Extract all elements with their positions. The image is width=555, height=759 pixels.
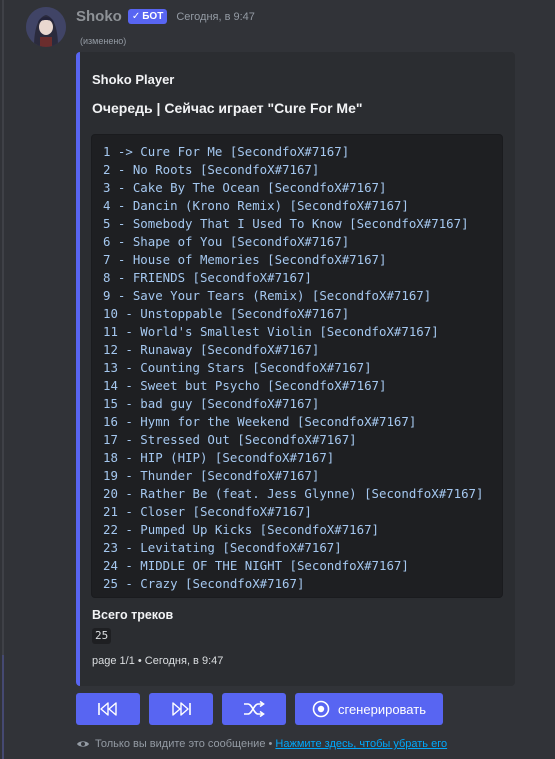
bot-badge: ✓ БОТ [127,9,168,24]
queue-item: 18 - HIP (HIP) [SecondfoX#7167] [103,450,335,465]
queue-item: 20 - Rather Be (feat. Jess Glynne) [Seco… [103,486,484,501]
queue-item: 6 - Shape of You [SecondfoX#7167] [103,234,350,249]
queue-item: 11 - World's Smallest Violin [SecondfoX#… [103,324,439,339]
queue-item: 4 - Dancin (Krono Remix) [SecondfoX#7167… [103,198,409,213]
eye-icon [77,741,89,747]
generate-button-label: сгенерировать [338,701,426,717]
queue-item: 14 - Sweet but Psycho [SecondfoX#7167] [103,378,387,393]
queue-item: 22 - Pumped Up Kicks [SecondfoX#7167] [103,522,380,537]
avatar-image [26,7,66,47]
queue-item: 21 - Closer [SecondfoX#7167] [103,504,312,519]
queue-item: 5 - Somebody That I Used To Know [Second… [103,216,469,231]
embed-author: Shoko Player [92,72,175,87]
embed-title: Очередь | Сейчас играет "Cure For Me" [92,100,363,116]
queue-embed: Shoko Player Очередь | Сейчас играет "Cu… [76,52,515,686]
channel-divider-highlight [2,655,4,759]
ephemeral-notice: Только вы видите это сообщение • Нажмите… [76,738,447,750]
verified-check-icon: ✓ [131,11,141,22]
bot-badge-label: БОТ [142,11,164,22]
edited-label: (изменено) [80,36,127,46]
queue-item: 9 - Save Your Tears (Remix) [SecondfoX#7… [103,288,432,303]
next-button[interactable] [149,693,213,725]
queue-item: 8 - FRIENDS [SecondfoX#7167] [103,270,312,285]
queue-item: 2 - No Roots [SecondfoX#7167] [103,162,320,177]
queue-item: 25 - Crazy [SecondfoX#7167] [103,576,305,591]
previous-button[interactable] [76,693,140,725]
queue-item: 1 -> Cure For Me [SecondfoX#7167] [103,144,350,159]
message-header: Shoko ✓ БОТ Сегодня, в 9:47 [76,8,255,25]
queue-item: 17 - Stressed Out [SecondfoX#7167] [103,432,357,447]
skip-previous-icon [98,702,117,716]
embed-footer: page 1/1 • Сегодня, в 9:47 [92,655,224,667]
queue-codeblock: 1 -> Cure For Me [SecondfoX#7167] 2 - No … [91,134,503,598]
bot-avatar[interactable] [26,7,66,47]
shuffle-button[interactable] [222,693,286,725]
player-controls: сгенерировать [76,693,443,725]
queue-list: 1 -> Cure For Me [SecondfoX#7167] 2 - No … [92,135,502,593]
generate-button[interactable]: сгенерировать [295,693,443,725]
queue-item: 23 - Levitating [SecondfoX#7167] [103,540,342,555]
skip-next-icon [172,702,191,716]
queue-item: 10 - Unstoppable [SecondfoX#7167] [103,306,350,321]
queue-item: 7 - House of Memories [SecondfoX#7167] [103,252,387,267]
queue-item: 24 - MIDDLE OF THE NIGHT [SecondfoX#7167… [103,558,409,573]
username[interactable]: Shoko [76,8,122,25]
record-icon [312,700,330,718]
channel-divider [2,0,4,759]
dismiss-message-link[interactable]: Нажмите здесь, чтобы убрать его [275,738,447,750]
queue-item: 12 - Runaway [SecondfoX#7167] [103,342,320,357]
total-tracks-label: Всего треков [92,608,174,622]
queue-item: 15 - bad guy [SecondfoX#7167] [103,396,320,411]
queue-item: 19 - Thunder [SecondfoX#7167] [103,468,320,483]
ephemeral-text: Только вы видите это сообщение • [95,738,273,750]
queue-item: 13 - Counting Stars [SecondfoX#7167] [103,360,372,375]
total-tracks-value: 25 [92,628,112,644]
message-timestamp[interactable]: Сегодня, в 9:47 [176,11,255,23]
queue-item: 3 - Cake By The Ocean [SecondfoX#7167] [103,180,387,195]
queue-item: 16 - Hymn for the Weekend [SecondfoX#716… [103,414,417,429]
shuffle-icon [244,701,265,717]
